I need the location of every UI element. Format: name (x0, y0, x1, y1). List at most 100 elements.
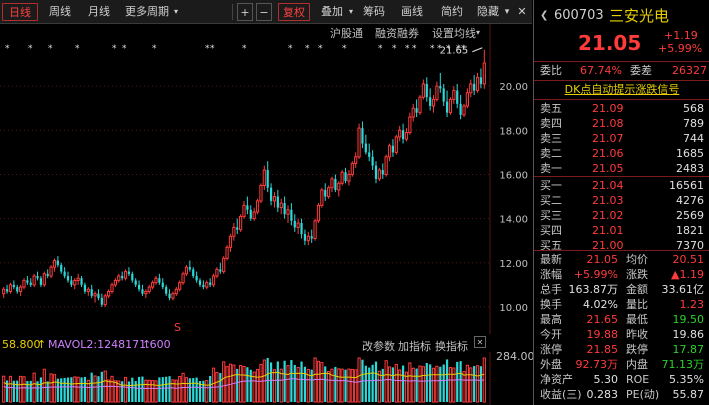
volume-bar (209, 375, 212, 402)
signal-row[interactable]: DK点自动提示涨跌信号 (534, 82, 709, 98)
volume-bar (377, 370, 381, 403)
candle-body (184, 266, 189, 275)
candle-body (211, 275, 216, 286)
candle-body (475, 76, 480, 92)
y-tick-label: 10.00 (499, 303, 528, 314)
volume-bar (357, 357, 361, 403)
stat-value: 21.85 (586, 343, 619, 356)
ask-price: 21.07 (592, 132, 624, 145)
overlay-button[interactable]: 叠加 (318, 3, 346, 21)
signal-link[interactable]: DK点自动提示涨跌信号 (534, 82, 709, 98)
y-tick-label: 14.00 (499, 215, 528, 226)
candle-body (344, 172, 347, 182)
chips-button[interactable]: 筹码 (362, 3, 386, 21)
volume-bar (83, 376, 87, 402)
candle-body (8, 284, 13, 292)
stat-label: 最新 (540, 253, 562, 266)
volume-bar (127, 381, 131, 402)
menu-chevron-icon[interactable]: ❮ (540, 6, 548, 26)
candle-body (435, 85, 439, 100)
candle-body (310, 236, 313, 239)
candle-body (469, 83, 473, 94)
volume-bar (364, 365, 367, 402)
zoom-in-button[interactable]: + (237, 3, 253, 21)
candle-body (39, 278, 43, 285)
stat-row: 最新 21.05 均价 20.51 (534, 252, 709, 268)
price-change: +1.19 (664, 29, 698, 42)
bid-row[interactable]: 买一 21.04 16561 (534, 178, 709, 194)
volume-bar (387, 366, 392, 403)
zoom-out-button[interactable]: − (256, 3, 272, 21)
volume-bar (293, 364, 296, 402)
candle-body (272, 196, 277, 202)
volume-close-icon[interactable]: ✕ (474, 336, 486, 348)
stat-value: 19.88 (586, 328, 619, 341)
restore-rights-button[interactable]: 复权 (278, 3, 310, 21)
candlestick-chart[interactable]: 20.0018.0016.0014.0012.0010.0021.65* * * * *… (0, 24, 532, 334)
volume-bar (151, 380, 155, 403)
candle-body (60, 264, 63, 272)
ask-row[interactable]: 卖四 21.08 789 (534, 116, 709, 132)
ask-price: 21.08 (592, 117, 624, 130)
more-periods-caret-icon: ▾ (173, 7, 178, 16)
candle-body (293, 220, 296, 228)
volume-bar (456, 361, 459, 402)
stat-label: ROE (626, 373, 650, 386)
close-icon[interactable]: ✕ (514, 3, 530, 21)
bid-price: 21.03 (592, 194, 624, 207)
volume-bar (411, 367, 415, 403)
bid-row[interactable]: 买三 21.02 2569 (534, 208, 709, 224)
candle-body (222, 257, 226, 273)
volume-bar (452, 367, 456, 403)
volume-bar (19, 375, 23, 403)
stat-row: 净资产 5.30 ROE 5.35% (534, 372, 709, 388)
volume-bar (178, 376, 182, 403)
candle-body (29, 282, 32, 285)
review-button[interactable]: 简约 (440, 3, 464, 21)
more-periods-dropdown[interactable]: 更多周期 (122, 3, 172, 21)
volume-bar (239, 365, 243, 403)
stat-label: 总手 (540, 283, 562, 296)
divider (534, 250, 709, 251)
stat-row: 外盘 92.73万 内盘 71.13万 (534, 357, 709, 373)
stat-row: 今开 19.88 昨收 19.86 (534, 327, 709, 343)
volume-bar (246, 367, 249, 402)
candle-body (131, 273, 134, 281)
volume-bar (60, 378, 63, 402)
volume-bar (269, 362, 273, 402)
mavol2-arrow-icon: ↑ (142, 338, 152, 351)
stat-value: 163.87万 (568, 283, 619, 296)
weibi-row: 委比 67.74% 委差 26327 (534, 63, 709, 79)
bid-row[interactable]: 买二 21.03 4276 (534, 193, 709, 209)
volume-bar (327, 371, 331, 403)
hide-caret-icon: ▾ (504, 7, 510, 17)
stock-code: 600703 (554, 8, 604, 23)
ask-row[interactable]: 卖三 21.07 744 (534, 131, 709, 147)
volume-bar (259, 363, 263, 403)
volume-bar (272, 369, 277, 403)
monthly-tab[interactable]: 月线 (84, 3, 114, 21)
volume-bar (80, 377, 83, 402)
signal-star-icon: * (305, 44, 310, 54)
ask-row[interactable]: 卖二 21.06 1685 (534, 146, 709, 162)
bid-row[interactable]: 买四 21.01 1821 (534, 223, 709, 239)
volume-bar (283, 360, 286, 402)
volume-bar (435, 365, 439, 403)
divider (534, 99, 709, 100)
candle-body (236, 227, 239, 230)
weekly-tab[interactable]: 周线 (45, 3, 75, 21)
candle-body (462, 105, 466, 116)
candle-body (354, 156, 358, 164)
volume-bar (202, 380, 205, 402)
stat-value: 33.61亿 (661, 283, 705, 296)
candle-body (421, 83, 425, 98)
candle-body (445, 101, 449, 113)
ask-row[interactable]: 卖一 21.05 2483 (534, 161, 709, 177)
daily-tab[interactable]: 日线 (2, 3, 38, 21)
ask-row[interactable]: 卖五 21.09 568 (534, 101, 709, 117)
hide-button[interactable]: 隐藏 (476, 3, 500, 21)
candle-body (320, 189, 324, 206)
volume-bar (8, 375, 13, 403)
stat-label: 涨幅 (540, 268, 562, 281)
draw-line-button[interactable]: 画线 (400, 3, 424, 21)
